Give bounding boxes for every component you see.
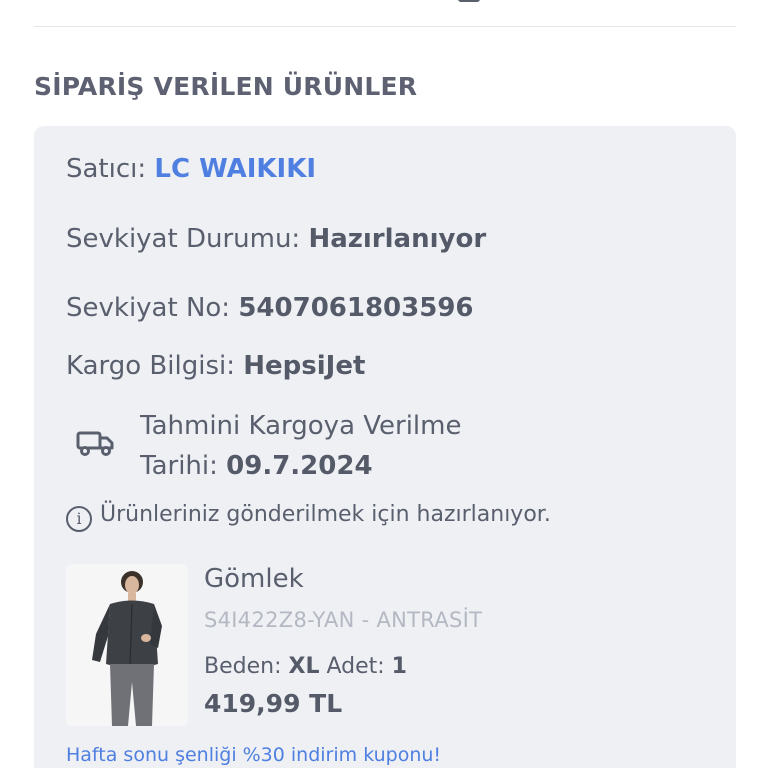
size-value: XL xyxy=(288,654,320,679)
estimated-ship-date: Tahmini Kargoya Verilme Tarihi: 09.7.202… xyxy=(66,406,586,486)
top-cut-row xyxy=(34,0,734,14)
shipment-status-row: Sevkiyat Durumu: Hazırlanıyor xyxy=(66,224,486,254)
product-item[interactable]: Gömlek S4I422Z8-YAN - ANTRASİT Beden: XL… xyxy=(66,564,706,734)
truck-icon xyxy=(76,428,116,458)
cargo-row: Kargo Bilgisi: HepsiJet xyxy=(66,351,365,381)
cargo-value: HepsiJet xyxy=(243,351,366,381)
seller-row: Satıcı: LC WAIKIKI xyxy=(66,154,316,184)
product-meta: Beden: XL Adet: 1 xyxy=(204,654,407,679)
eta-text: Tahmini Kargoya Verilme Tarihi: 09.7.202… xyxy=(140,406,461,486)
seller-link[interactable]: LC WAIKIKI xyxy=(154,154,316,184)
calendar-icon xyxy=(458,0,480,2)
section-title: SİPARİŞ VERİLEN ÜRÜNLER xyxy=(34,72,418,101)
product-name[interactable]: Gömlek xyxy=(204,564,304,594)
info-icon: i xyxy=(66,506,92,532)
size-label: Beden: xyxy=(204,654,282,679)
shipment-status-value: Hazırlanıyor xyxy=(308,224,487,254)
shipment-no-label: Sevkiyat No: xyxy=(66,293,231,323)
eta-label-line1: Tahmini Kargoya Verilme xyxy=(140,411,462,441)
product-image[interactable] xyxy=(66,564,188,726)
eta-line2: Tarihi: 09.7.2024 xyxy=(140,446,461,486)
quantity-label: Adet: xyxy=(326,654,385,679)
seller-label: Satıcı: xyxy=(66,154,147,184)
quantity-value: 1 xyxy=(391,654,407,679)
product-price: 419,99 TL xyxy=(204,689,343,718)
info-text: Ürünleriniz gönderilmek için hazırlanıyo… xyxy=(100,502,551,527)
promo-coupon-link[interactable]: Hafta sonu şenliği %30 indirim kuponu! xyxy=(66,744,441,766)
info-message: i Ürünleriniz gönderilmek için hazırlanıy… xyxy=(66,502,551,532)
cargo-label: Kargo Bilgisi: xyxy=(66,351,235,381)
shipment-status-label: Sevkiyat Durumu: xyxy=(66,224,301,254)
eta-label-line2: Tarihi: xyxy=(140,451,218,481)
product-sku: S4I422Z8-YAN - ANTRASİT xyxy=(204,608,483,632)
divider xyxy=(34,26,736,27)
shipment-no-row: Sevkiyat No: 5407061803596 xyxy=(66,293,474,323)
order-card: Satıcı: LC WAIKIKI Sevkiyat Durumu: Hazı… xyxy=(34,126,736,768)
eta-value: 09.7.2024 xyxy=(226,451,373,481)
shipment-no-value: 5407061803596 xyxy=(238,293,474,323)
